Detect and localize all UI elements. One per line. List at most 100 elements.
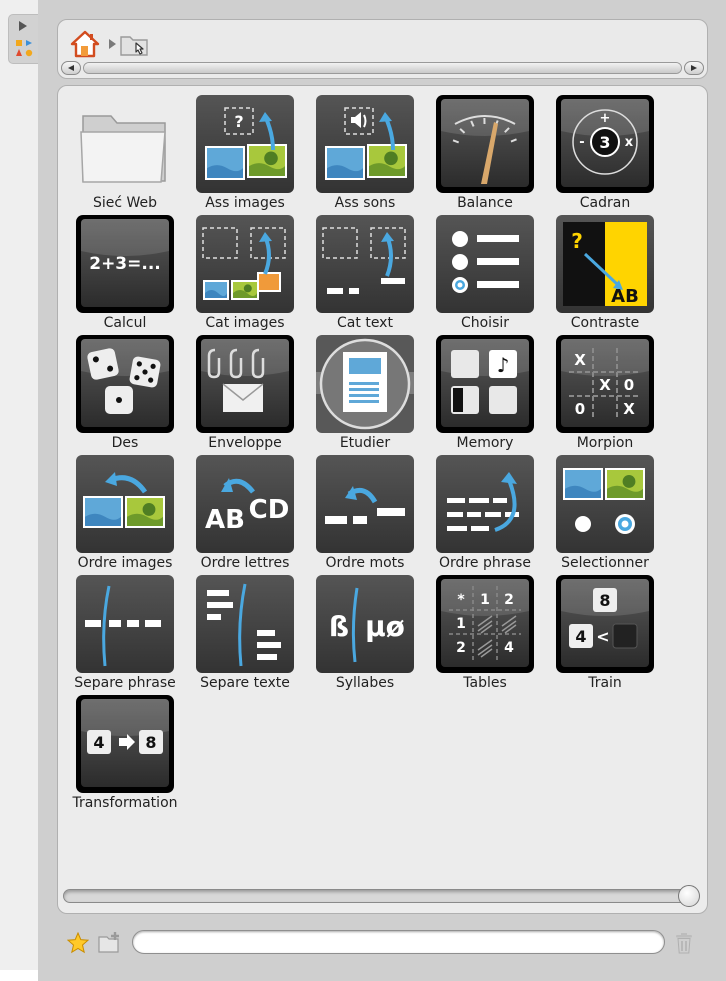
grid-item-ordre-images[interactable]: Ordre images [65, 454, 185, 572]
svg-text:0: 0 [624, 376, 634, 394]
svg-text:4: 4 [575, 627, 586, 646]
grid-item-choisir[interactable]: Choisir [425, 214, 545, 332]
grid-item-label: Enveloppe [208, 435, 282, 451]
star-icon[interactable] [67, 932, 89, 954]
expand-arrow-icon[interactable] [19, 21, 27, 31]
grid-item-label: Ordre phrase [439, 555, 531, 571]
memory-icon[interactable]: ♪ [435, 334, 535, 434]
slider-knob[interactable] [678, 885, 700, 907]
svg-text:8: 8 [599, 591, 610, 610]
apps-icon[interactable] [15, 39, 33, 57]
grid-item-label: Des [111, 435, 139, 451]
grid-item-label: Ordre lettres [200, 555, 290, 571]
svg-text:AB: AB [205, 505, 245, 535]
grid-item-label: Selectionner [561, 555, 649, 571]
zoom-slider[interactable] [63, 885, 700, 907]
ordre-phrase-icon[interactable] [435, 454, 535, 554]
grid-item-cadran[interactable]: 3 + - x Cadran [545, 94, 665, 212]
trash-icon[interactable] [675, 932, 693, 954]
grid-item-ass-images[interactable]: ? Ass images [185, 94, 305, 212]
tic-tac-toe-icon[interactable]: XX00X [555, 334, 655, 434]
grid-item-balance[interactable]: Balance [425, 94, 545, 212]
home-icon[interactable] [70, 29, 100, 59]
svg-text:CD: CD [249, 495, 290, 525]
grid-item-label: Contraste [570, 315, 640, 331]
grid-item-calcul[interactable]: 2+3=... Calcul [65, 214, 185, 332]
grid-item-selectionner[interactable]: Selectionner [545, 454, 665, 572]
svg-text:AB: AB [611, 286, 639, 307]
contraste-icon[interactable]: ? AB [555, 214, 655, 314]
ordre-images-icon[interactable] [75, 454, 175, 554]
tables-icon[interactable]: * 1 2 1 2 4 [435, 574, 535, 674]
grid-item-label: Cadran [579, 195, 631, 211]
grid-item-label: Sieć Web [92, 195, 158, 211]
bottom-gap [0, 970, 38, 981]
grid-item-syllabes[interactable]: ß μø Syllabes [305, 574, 425, 692]
separe-texte-icon[interactable] [195, 574, 295, 674]
folder-icon[interactable] [119, 29, 151, 59]
folder-icon[interactable] [75, 94, 175, 194]
left-strip [0, 0, 38, 970]
ordre-lettres-icon[interactable]: AB CD [195, 454, 295, 554]
transformation-icon[interactable]: 4 8 [75, 694, 175, 794]
cat-images-icon[interactable] [195, 214, 295, 314]
syllabes-icon[interactable]: ß μø [315, 574, 415, 674]
grid-item-transformation[interactable]: 4 8 Transformation [65, 694, 185, 812]
grid-item-label: Choisir [460, 315, 510, 331]
grid-item-tables[interactable]: * 1 2 1 2 4 Tables [425, 574, 545, 692]
grid-item-label: Etudier [339, 435, 391, 451]
grid-item-des[interactable]: Des [65, 334, 185, 452]
svg-text:ß: ß [329, 610, 349, 643]
balance-icon[interactable] [435, 94, 535, 194]
ordre-mots-icon[interactable] [315, 454, 415, 554]
svg-text:?: ? [234, 112, 243, 131]
apps-toggle-tab[interactable] [8, 14, 38, 64]
grid-item-contraste[interactable]: ? AB Contraste [545, 214, 665, 332]
horizontal-scrollbar[interactable] [61, 61, 704, 75]
grid-item-label: Cat images [205, 315, 285, 331]
ass-images-icon[interactable]: ? [195, 94, 295, 194]
slider-track[interactable] [63, 889, 688, 903]
svg-text:*: * [457, 592, 465, 608]
separe-phrase-icon[interactable] [75, 574, 175, 674]
grid-item-ordre-mots[interactable]: Ordre mots [305, 454, 425, 572]
grid-item-separe-texte[interactable]: Separe texte [185, 574, 305, 692]
grid-item-cat-text[interactable]: Cat text [305, 214, 425, 332]
envelope-icon[interactable] [195, 334, 295, 434]
svg-text:X: X [623, 400, 635, 418]
name-input[interactable] [132, 930, 665, 954]
grid-item-memory[interactable]: ♪ Memory [425, 334, 545, 452]
cat-text-icon[interactable] [315, 214, 415, 314]
scroll-left-button[interactable] [61, 61, 81, 75]
new-folder-icon[interactable] [98, 931, 122, 953]
scroll-thumb[interactable] [84, 63, 681, 73]
scroll-right-button[interactable] [684, 61, 704, 75]
grid-item-separe-phrase[interactable]: Separe phrase [65, 574, 185, 692]
svg-text:4: 4 [93, 733, 104, 752]
cadran-icon[interactable]: 3 + - x [555, 94, 655, 194]
svg-text:♪: ♪ [497, 353, 510, 377]
grid-item-train[interactable]: 8 4 < Train [545, 574, 665, 692]
grid-item-label: Train [588, 675, 622, 691]
grid-item-sie-web[interactable]: Sieć Web [65, 94, 185, 212]
calcul-icon[interactable]: 2+3=... [75, 214, 175, 314]
grid-item-ordre-phrase[interactable]: Ordre phrase [425, 454, 545, 572]
svg-text:?: ? [571, 229, 583, 253]
grid-item-ordre-lettres[interactable]: AB CD Ordre lettres [185, 454, 305, 572]
grid-item-label: Ordre mots [325, 555, 405, 571]
choisir-icon[interactable] [435, 214, 535, 314]
svg-text:2: 2 [456, 640, 466, 656]
grid-item-label: Tables [463, 675, 507, 691]
selectionner-icon[interactable] [555, 454, 655, 554]
train-icon[interactable]: 8 4 < [555, 574, 655, 674]
document-icon[interactable] [315, 334, 415, 434]
scroll-track[interactable] [83, 62, 682, 74]
dice-icon[interactable] [75, 334, 175, 434]
grid-item-ass-sons[interactable]: Ass sons [305, 94, 425, 212]
grid-item-enveloppe[interactable]: Enveloppe [185, 334, 305, 452]
grid-item-morpion[interactable]: X X 0 0 X Morpion [545, 334, 665, 452]
ass-sons-icon[interactable] [315, 94, 415, 194]
grid-item-label: Transformation [72, 795, 178, 811]
grid-item-cat-images[interactable]: Cat images [185, 214, 305, 332]
grid-item-etudier[interactable]: Etudier [305, 334, 425, 452]
